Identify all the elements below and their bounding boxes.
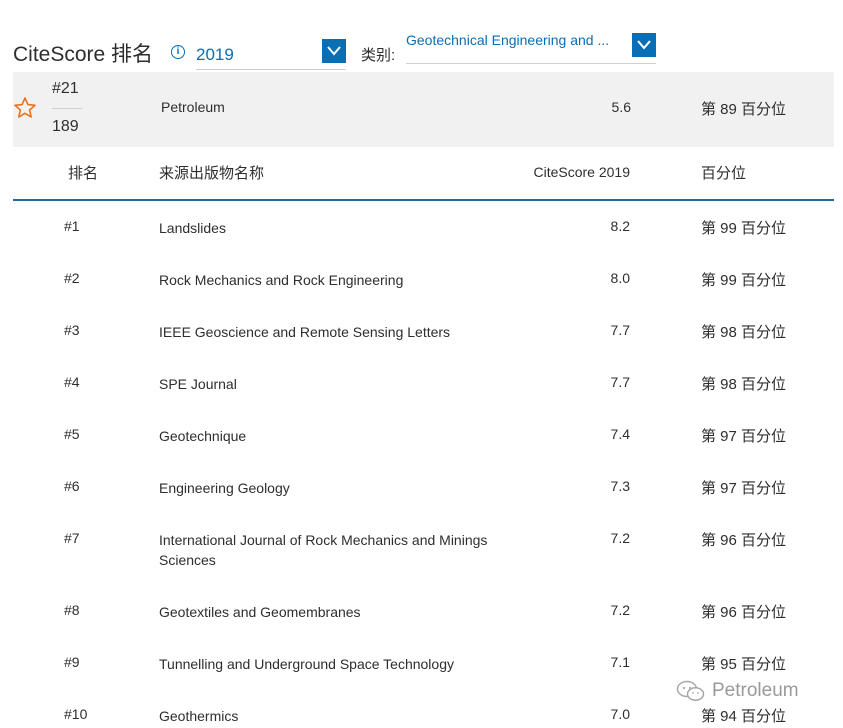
chevron-down-icon — [637, 40, 651, 50]
row-citescore: 7.7 — [610, 374, 630, 390]
row-journal-name[interactable]: Tunnelling and Underground Space Technol… — [159, 654, 519, 674]
column-header-percentile[interactable]: 百分位 — [701, 162, 746, 183]
row-percentile: 第 96 百分位 — [701, 532, 787, 549]
row-citescore: 7.2 — [610, 602, 630, 618]
row-percentile: 第 98 百分位 — [701, 376, 787, 393]
column-header-citescore[interactable]: CiteScore 2019 — [503, 164, 630, 180]
watermark-text: Petroleum — [712, 680, 799, 701]
watermark: Petroleum — [676, 680, 799, 702]
highlight-journal-name: Petroleum — [161, 99, 225, 115]
chevron-down-icon — [327, 46, 341, 56]
row-rank: #5 — [64, 426, 80, 442]
highlight-rank-total: 189 — [52, 118, 79, 135]
row-percentile: 第 94 百分位 — [701, 708, 787, 725]
row-journal-name[interactable]: Geothermics — [159, 706, 519, 726]
row-journal-name[interactable]: Landslides — [159, 218, 519, 238]
category-select[interactable]: Geotechnical Engineering and ... — [406, 32, 656, 64]
row-percentile: 第 99 百分位 — [701, 272, 787, 289]
row-percentile: 第 96 百分位 — [701, 604, 787, 621]
row-rank: #6 — [64, 478, 80, 494]
row-journal-name[interactable]: Geotextiles and Geomembranes — [159, 602, 519, 622]
category-dropdown-button[interactable] — [632, 33, 656, 57]
category-label: 类别: — [361, 47, 396, 64]
column-header-name[interactable]: 来源出版物名称 — [159, 162, 264, 183]
year-select-value: 2019 — [196, 45, 234, 64]
row-citescore: 8.0 — [610, 270, 630, 286]
year-select[interactable]: 2019 — [196, 39, 346, 70]
wechat-icon — [676, 680, 705, 701]
row-citescore: 7.0 — [610, 706, 630, 722]
row-citescore: 7.7 — [610, 322, 630, 338]
row-rank: #7 — [64, 530, 80, 546]
rank-divider — [52, 108, 82, 109]
row-rank: #3 — [64, 322, 80, 338]
highlight-citescore: 5.6 — [611, 99, 631, 115]
row-journal-name[interactable]: Geotechnique — [159, 426, 519, 446]
year-dropdown-button[interactable] — [322, 39, 346, 63]
row-journal-name[interactable]: International Journal of Rock Mechanics … — [159, 530, 519, 570]
info-icon[interactable]: i — [171, 45, 185, 59]
highlighted-journal-row: #21 189 Petroleum 5.6 第 89 百分位 — [13, 72, 834, 147]
table-header: 排名 来源出版物名称 CiteScore 2019 百分位 — [13, 147, 834, 201]
highlight-percentile: 第 89 百分位 — [701, 101, 787, 118]
row-rank: #2 — [64, 270, 80, 286]
row-journal-name[interactable]: Rock Mechanics and Rock Engineering — [159, 270, 519, 290]
row-journal-name[interactable]: IEEE Geoscience and Remote Sensing Lette… — [159, 322, 519, 342]
ranking-header: CiteScore 排名 i 2019 类别: Geotechnical Eng… — [0, 0, 843, 72]
row-citescore: 7.1 — [610, 654, 630, 670]
row-rank: #9 — [64, 654, 80, 670]
row-percentile: 第 95 百分位 — [701, 656, 787, 673]
column-header-rank[interactable]: 排名 — [68, 162, 98, 183]
row-rank: #8 — [64, 602, 80, 618]
page-title: CiteScore 排名 — [13, 43, 154, 66]
row-citescore: 8.2 — [610, 218, 630, 234]
star-icon[interactable] — [13, 96, 37, 120]
row-citescore: 7.2 — [610, 530, 630, 546]
row-percentile: 第 99 百分位 — [701, 220, 787, 237]
row-percentile: 第 97 百分位 — [701, 428, 787, 445]
row-rank: #4 — [64, 374, 80, 390]
row-rank: #10 — [64, 706, 88, 722]
row-percentile: 第 97 百分位 — [701, 480, 787, 497]
row-rank: #1 — [64, 218, 80, 234]
category-select-value: Geotechnical Engineering and ... — [406, 32, 610, 48]
highlight-rank: #21 — [52, 80, 79, 97]
row-citescore: 7.4 — [610, 426, 630, 442]
row-journal-name[interactable]: SPE Journal — [159, 374, 519, 394]
row-journal-name[interactable]: Engineering Geology — [159, 478, 519, 498]
row-percentile: 第 98 百分位 — [701, 324, 787, 341]
row-citescore: 7.3 — [610, 478, 630, 494]
